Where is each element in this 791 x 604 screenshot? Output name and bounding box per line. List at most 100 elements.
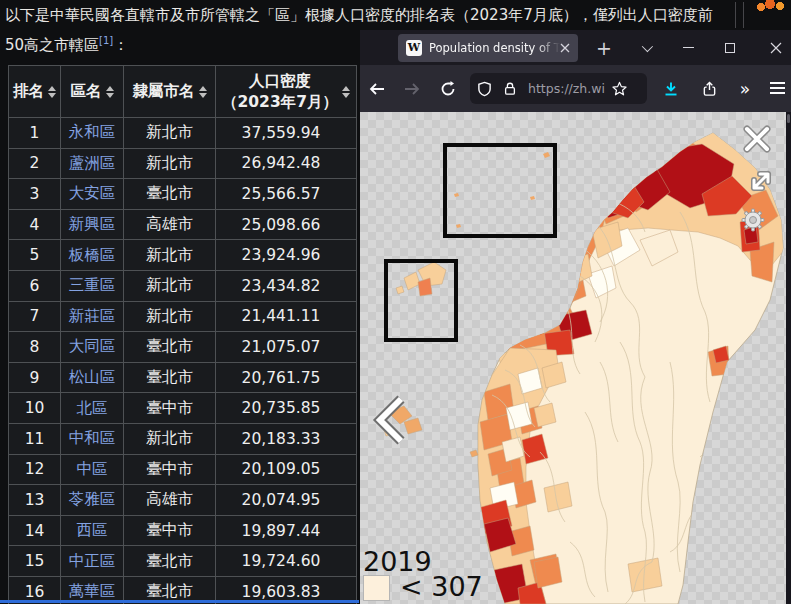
- district-link[interactable]: 松山區: [69, 368, 116, 386]
- tab-strip: W Population density of Ta +: [360, 30, 791, 65]
- density-cell: 19,897.44: [216, 515, 357, 546]
- navigation-toolbar: https://zh.wi »: [360, 65, 791, 112]
- district-link[interactable]: 大同區: [69, 337, 116, 355]
- density-ranking-table: 排名 區名 隸屬市名 人口密度（2023年7月） 1永和區新北市37,559.9…: [8, 65, 357, 604]
- viewer-settings-gear-icon[interactable]: [737, 204, 769, 236]
- viewer-close-icon[interactable]: [742, 124, 772, 154]
- lock-icon[interactable]: [498, 81, 522, 96]
- table-row: 8大同區臺北市21,075.07: [9, 332, 357, 363]
- browser-window: W Population density of Ta + ht: [360, 30, 791, 604]
- window-close-button[interactable]: [763, 30, 789, 65]
- url-text[interactable]: https://zh.wi: [528, 81, 606, 96]
- table-row: 1永和區新北市37,559.94: [9, 118, 357, 149]
- district-link[interactable]: 中正區: [69, 552, 116, 570]
- district-cell: 永和區: [61, 118, 124, 149]
- browser-tab[interactable]: W Population density of Ta: [398, 34, 578, 62]
- sort-icon[interactable]: [106, 86, 114, 98]
- table-row: 9松山區臺北市20,761.75: [9, 362, 357, 393]
- district-link[interactable]: 蘆洲區: [69, 154, 116, 172]
- city-cell: 臺北市: [124, 362, 216, 393]
- district-link[interactable]: 萬華區: [69, 582, 116, 600]
- viewer-expand-icon[interactable]: [746, 166, 776, 196]
- district-link[interactable]: 三重區: [69, 276, 116, 294]
- district-link[interactable]: 中和區: [69, 429, 116, 447]
- header-density[interactable]: 人口密度（2023年7月）: [216, 66, 357, 118]
- density-cell: 23,434.82: [216, 270, 357, 301]
- district-link[interactable]: 新莊區: [69, 307, 116, 325]
- scrollbar[interactable]: [786, 112, 791, 604]
- table-row: 5板橋區新北市23,924.96: [9, 240, 357, 271]
- rank-cell: 3: [9, 179, 61, 210]
- reference-link[interactable]: [1]: [99, 35, 113, 46]
- table-row: 14西區臺中市19,897.44: [9, 515, 357, 546]
- legend-bucket-label: < 307: [400, 571, 483, 602]
- tab-title: Population density of Ta: [429, 41, 560, 55]
- overflow-menu-icon[interactable]: »: [732, 65, 758, 112]
- share-icon[interactable]: [696, 65, 722, 112]
- header-district[interactable]: 區名: [61, 66, 124, 118]
- sort-icon[interactable]: [48, 86, 56, 98]
- district-link[interactable]: 新興區: [69, 215, 116, 233]
- district-link[interactable]: 永和區: [69, 123, 116, 141]
- bookmark-star-icon[interactable]: [606, 81, 632, 96]
- density-table-body: 1永和區新北市37,559.942蘆洲區新北市26,942.483大安區臺北市2…: [9, 118, 357, 604]
- shield-icon[interactable]: [470, 81, 498, 97]
- taiwan-density-map[interactable]: [360, 112, 786, 604]
- hamburger-menu-icon[interactable]: [770, 82, 785, 94]
- city-cell: 新北市: [124, 240, 216, 271]
- header-rank[interactable]: 排名: [9, 66, 61, 118]
- back-button[interactable]: [360, 82, 394, 96]
- matsu-annotation-box: [443, 143, 557, 238]
- sort-icon[interactable]: [199, 86, 207, 98]
- rank-cell: 7: [9, 301, 61, 332]
- table-row: 11中和區新北市20,183.33: [9, 423, 357, 454]
- district-cell: 三重區: [61, 270, 124, 301]
- forward-button[interactable]: [394, 82, 430, 96]
- firefox-logo-fragment: [753, 0, 789, 12]
- table-row: 3大安區臺北市25,566.57: [9, 179, 357, 210]
- rank-cell: 5: [9, 240, 61, 271]
- density-cell: 21,075.07: [216, 332, 357, 363]
- minimize-button[interactable]: [676, 30, 700, 65]
- city-cell: 新北市: [124, 423, 216, 454]
- city-cell: 臺中市: [124, 515, 216, 546]
- list-tabs-icon[interactable]: [635, 30, 657, 65]
- density-cell: 20,109.05: [216, 454, 357, 485]
- previous-image-chevron-icon[interactable]: [370, 394, 406, 446]
- density-cell: 20,074.95: [216, 485, 357, 516]
- header-city[interactable]: 隸屬市名: [124, 66, 216, 118]
- wikipedia-favicon: W: [406, 40, 422, 56]
- district-link[interactable]: 中區: [77, 460, 108, 478]
- table-row: 12中區臺中市20,109.05: [9, 454, 357, 485]
- table-row: 13苓雅區高雄市20,074.95: [9, 485, 357, 516]
- kinmen-annotation-box: [384, 259, 458, 342]
- district-cell: 新興區: [61, 209, 124, 240]
- district-link[interactable]: 大安區: [69, 184, 116, 202]
- downloads-button[interactable]: [658, 65, 684, 112]
- reload-button[interactable]: [430, 81, 466, 97]
- city-cell: 新北市: [124, 118, 216, 149]
- district-link[interactable]: 西區: [77, 521, 108, 539]
- close-icon: [770, 42, 782, 54]
- table-row: 7新莊區新北市21,441.11: [9, 301, 357, 332]
- divider: [735, 2, 736, 28]
- city-cell: 新北市: [124, 301, 216, 332]
- rank-cell: 8: [9, 332, 61, 363]
- city-cell: 新北市: [124, 270, 216, 301]
- map-viewer-content: 2019 < 307: [360, 112, 791, 604]
- rank-cell: 6: [9, 270, 61, 301]
- new-tab-button[interactable]: +: [592, 30, 616, 65]
- district-cell: 中區: [61, 454, 124, 485]
- tab-close-icon[interactable]: [560, 43, 570, 53]
- sort-icon[interactable]: [342, 86, 350, 98]
- url-bar[interactable]: https://zh.wi: [470, 73, 647, 104]
- district-link[interactable]: 北區: [77, 399, 108, 417]
- district-cell: 苓雅區: [61, 485, 124, 516]
- maximize-button[interactable]: [718, 30, 742, 65]
- density-cell: 20,735.85: [216, 393, 357, 424]
- district-cell: 中和區: [61, 423, 124, 454]
- district-link[interactable]: 苓雅區: [69, 490, 116, 508]
- rank-cell: 4: [9, 209, 61, 240]
- scrollbar-thumb[interactable]: [787, 114, 790, 123]
- district-link[interactable]: 板橋區: [69, 246, 116, 264]
